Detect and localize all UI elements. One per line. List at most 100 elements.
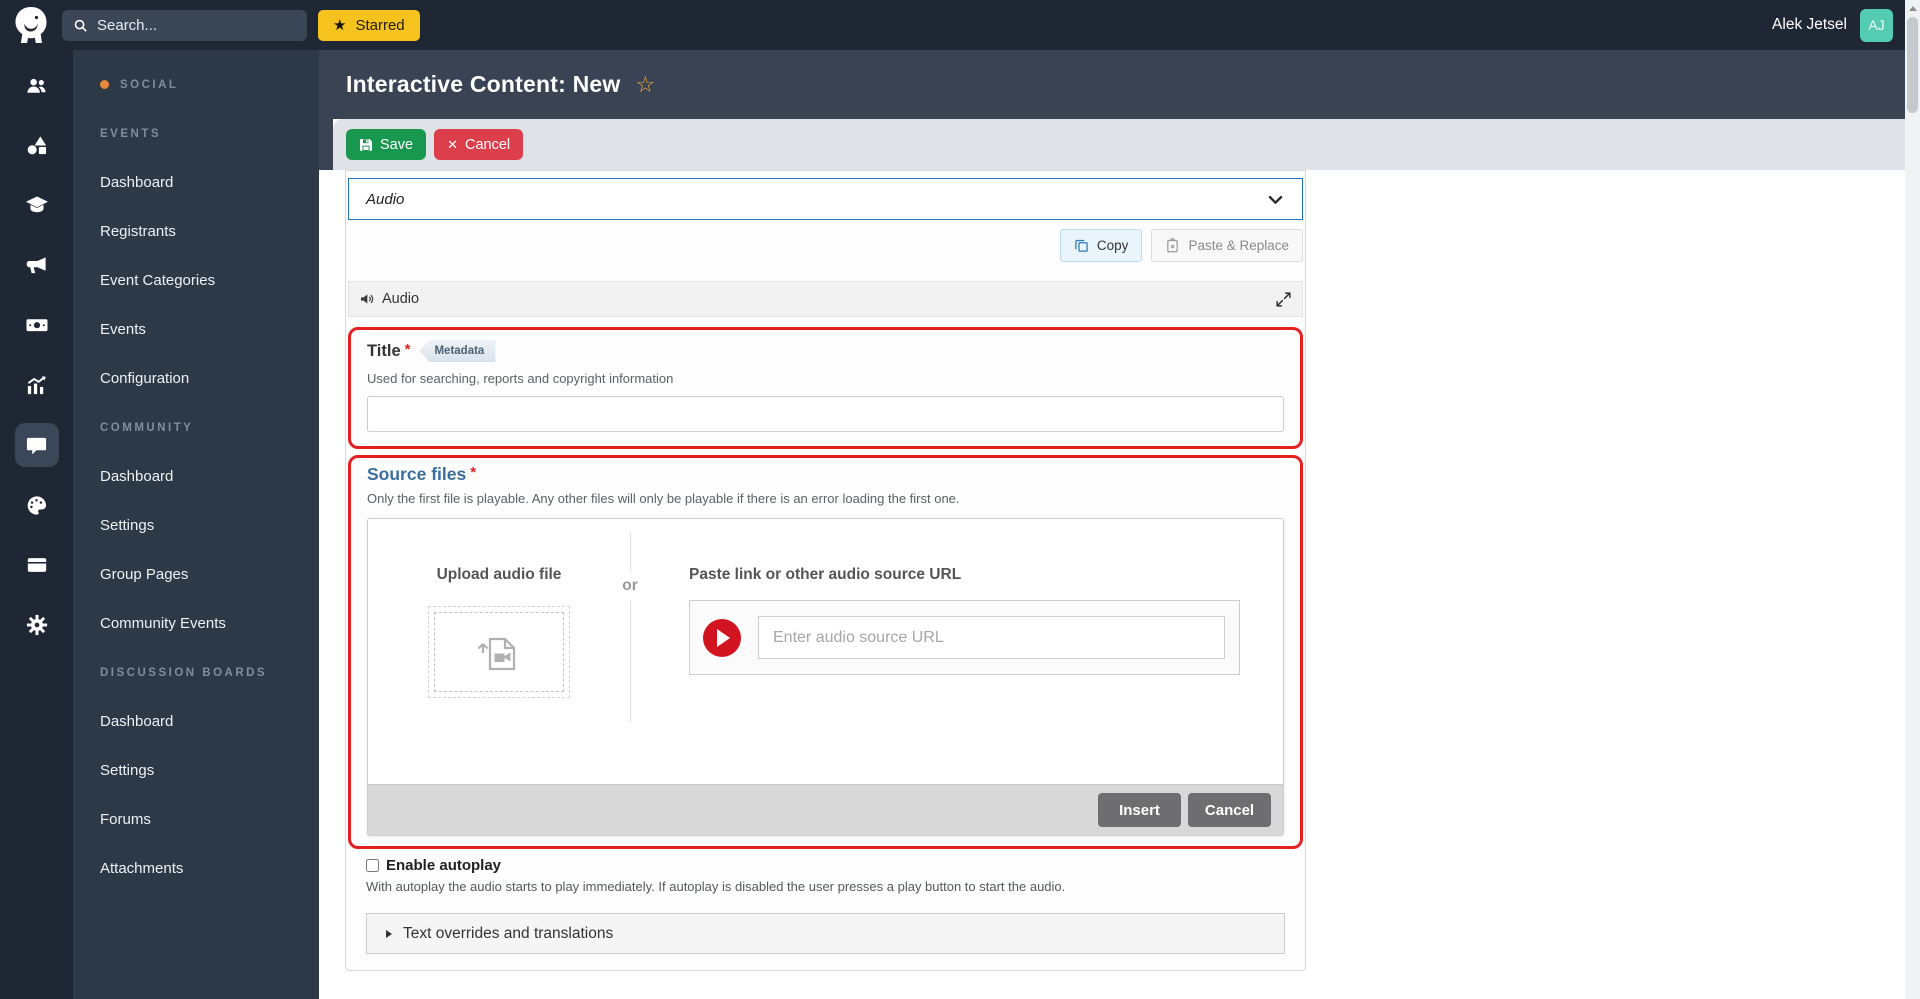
file-drop-zone[interactable]	[428, 606, 570, 698]
expand-icon[interactable]	[1275, 291, 1292, 308]
palette-icon	[25, 494, 48, 517]
search-input[interactable]	[97, 16, 296, 34]
close-icon: ✕	[447, 137, 458, 152]
banknote-icon	[25, 313, 49, 337]
sidebar-section-social[interactable]: SOCIAL	[73, 60, 319, 109]
rail-item-megaphone[interactable]	[15, 243, 59, 287]
metadata-badge: Metadata	[419, 340, 496, 362]
page-title: Interactive Content: New	[346, 71, 621, 97]
enable-autoplay-label: Enable autoplay	[386, 857, 502, 874]
vertical-divider	[630, 532, 631, 722]
enable-autoplay-checkbox[interactable]	[366, 859, 379, 872]
users-icon	[25, 74, 48, 97]
sidebar-item-community-events[interactable]: Community Events	[73, 599, 319, 648]
cancel-button[interactable]: ✕ Cancel	[434, 129, 524, 160]
favorite-star-icon[interactable]: ☆	[635, 73, 655, 96]
sidebar-item-community-dashboard[interactable]: Dashboard	[73, 452, 319, 501]
sidebar-item-boards-dashboard[interactable]: Dashboard	[73, 697, 319, 746]
sidebar-item-configuration[interactable]: Configuration	[73, 354, 319, 403]
user-name: Alek Jetsel	[1772, 16, 1847, 33]
content-type-value: Audio	[366, 190, 405, 208]
rail-item-banknote[interactable]	[15, 303, 59, 347]
content-type-dropdown[interactable]: Audio	[348, 178, 1303, 220]
autoplay-row: Enable autoplay	[366, 857, 1285, 874]
text-overrides-accordion[interactable]: Text overrides and translations	[366, 913, 1285, 954]
media-insert-dialog: Upload audio file or Paste link or other…	[367, 518, 1284, 836]
rail-item-wallet[interactable]	[15, 543, 59, 587]
sidebar-item-forums[interactable]: Forums	[73, 795, 319, 844]
main-content: Interactive Content: New ☆ Save ✕ Cancel…	[319, 50, 1905, 999]
save-button[interactable]: Save	[346, 129, 427, 160]
global-search[interactable]	[62, 9, 307, 41]
avatar[interactable]: AJ	[1860, 8, 1893, 42]
sidebar-item-events-dashboard[interactable]: Dashboard	[73, 158, 319, 207]
sidebar-item-group-pages[interactable]: Group Pages	[73, 550, 319, 599]
rail-item-chat-active[interactable]	[14, 423, 59, 467]
play-button-icon[interactable]	[703, 618, 741, 657]
audio-widget-header: Audio	[348, 281, 1303, 317]
page-header: Interactive Content: New ☆	[319, 50, 1905, 119]
source-files-group: Source files * Only the first file is pl…	[348, 455, 1303, 849]
copy-icon	[1074, 238, 1089, 253]
app-logo-icon[interactable]	[13, 5, 51, 45]
action-toolbar-row: Save ✕ Cancel	[319, 119, 1905, 170]
paste-url-heading: Paste link or other audio source URL	[689, 566, 962, 583]
source-files-label-row: Source files *	[367, 464, 1284, 485]
copy-paste-row: Copy Paste & Replace	[348, 229, 1303, 262]
app-window: ★ Starred Alek Jetsel AJ	[0, 0, 1920, 999]
sidebar-header-discussion-boards: DISCUSSION BOARDS	[100, 666, 268, 679]
caret-right-icon	[386, 929, 392, 938]
window-scrollbar[interactable]	[1905, 0, 1920, 999]
gear-icon	[26, 614, 48, 636]
sidebar-item-registrants[interactable]: Registrants	[73, 207, 319, 256]
title-help-text: Used for searching, reports and copyrigh…	[367, 371, 674, 386]
analytics-chart-icon	[25, 374, 48, 397]
sidebar-item-event-categories[interactable]: Event Categories	[73, 256, 319, 305]
upload-media-file-icon	[476, 632, 522, 672]
chevron-down-icon	[1266, 190, 1285, 209]
rail-item-users[interactable]	[15, 63, 59, 107]
or-label: or	[620, 571, 640, 601]
upload-column: Upload audio file	[368, 566, 630, 784]
paste-replace-label: Paste & Replace	[1188, 238, 1289, 253]
copy-button[interactable]: Copy	[1059, 229, 1143, 262]
cancel-label: Cancel	[464, 136, 511, 153]
audio-url-input[interactable]	[758, 616, 1225, 659]
scrollbar-up-arrow-icon[interactable]	[1905, 0, 1920, 16]
topbar: ★ Starred Alek Jetsel AJ	[0, 0, 1920, 50]
orange-dot-icon	[100, 80, 109, 89]
rail-item-settings[interactable]	[15, 603, 59, 647]
source-files-help-text: Only the first file is playable. Any oth…	[367, 491, 960, 506]
sidebar-item-events[interactable]: Events	[73, 305, 319, 354]
sidebar-item-attachments[interactable]: Attachments	[73, 844, 319, 893]
insert-button[interactable]: Insert	[1098, 793, 1181, 827]
dialog-cancel-button[interactable]: Cancel	[1188, 793, 1271, 827]
sidebar-item-boards-settings[interactable]: Settings	[73, 746, 319, 795]
paste-replace-button[interactable]: Paste & Replace	[1151, 229, 1303, 262]
shapes-icon	[25, 134, 48, 157]
rail-item-palette[interactable]	[15, 483, 59, 527]
file-drop-zone-inner	[434, 612, 564, 692]
rail-item-analytics[interactable]	[15, 363, 59, 407]
avatar-initials: AJ	[1868, 17, 1885, 33]
starred-button[interactable]: ★ Starred	[318, 9, 420, 41]
toolbar-corner-notch	[319, 119, 333, 170]
rail-item-shapes[interactable]	[15, 123, 59, 167]
chat-bubble-icon	[25, 434, 48, 457]
title-label-row: Title * Metadata	[367, 340, 1284, 362]
topbar-user-area: Alek Jetsel AJ	[1772, 8, 1893, 42]
url-entry-box	[689, 600, 1240, 675]
save-label: Save	[380, 136, 414, 153]
autoplay-help-text: With autoplay the audio starts to play i…	[366, 879, 1066, 894]
scrollbar-thumb[interactable]	[1907, 17, 1918, 113]
sidebar-item-community-settings[interactable]: Settings	[73, 501, 319, 550]
rail-item-graduation-cap[interactable]	[15, 183, 59, 227]
star-icon: ★	[333, 16, 347, 34]
title-input[interactable]	[367, 396, 1284, 432]
text-overrides-label: Text overrides and translations	[403, 924, 614, 942]
sidebar-header-social: SOCIAL	[120, 78, 179, 91]
sidebar-nav: SOCIAL EVENTS Dashboard Registrants Even…	[73, 50, 319, 999]
media-dialog-footer: Insert Cancel	[368, 784, 1283, 835]
audio-widget-title: Audio	[382, 291, 420, 307]
section-icon-rail	[0, 50, 73, 999]
